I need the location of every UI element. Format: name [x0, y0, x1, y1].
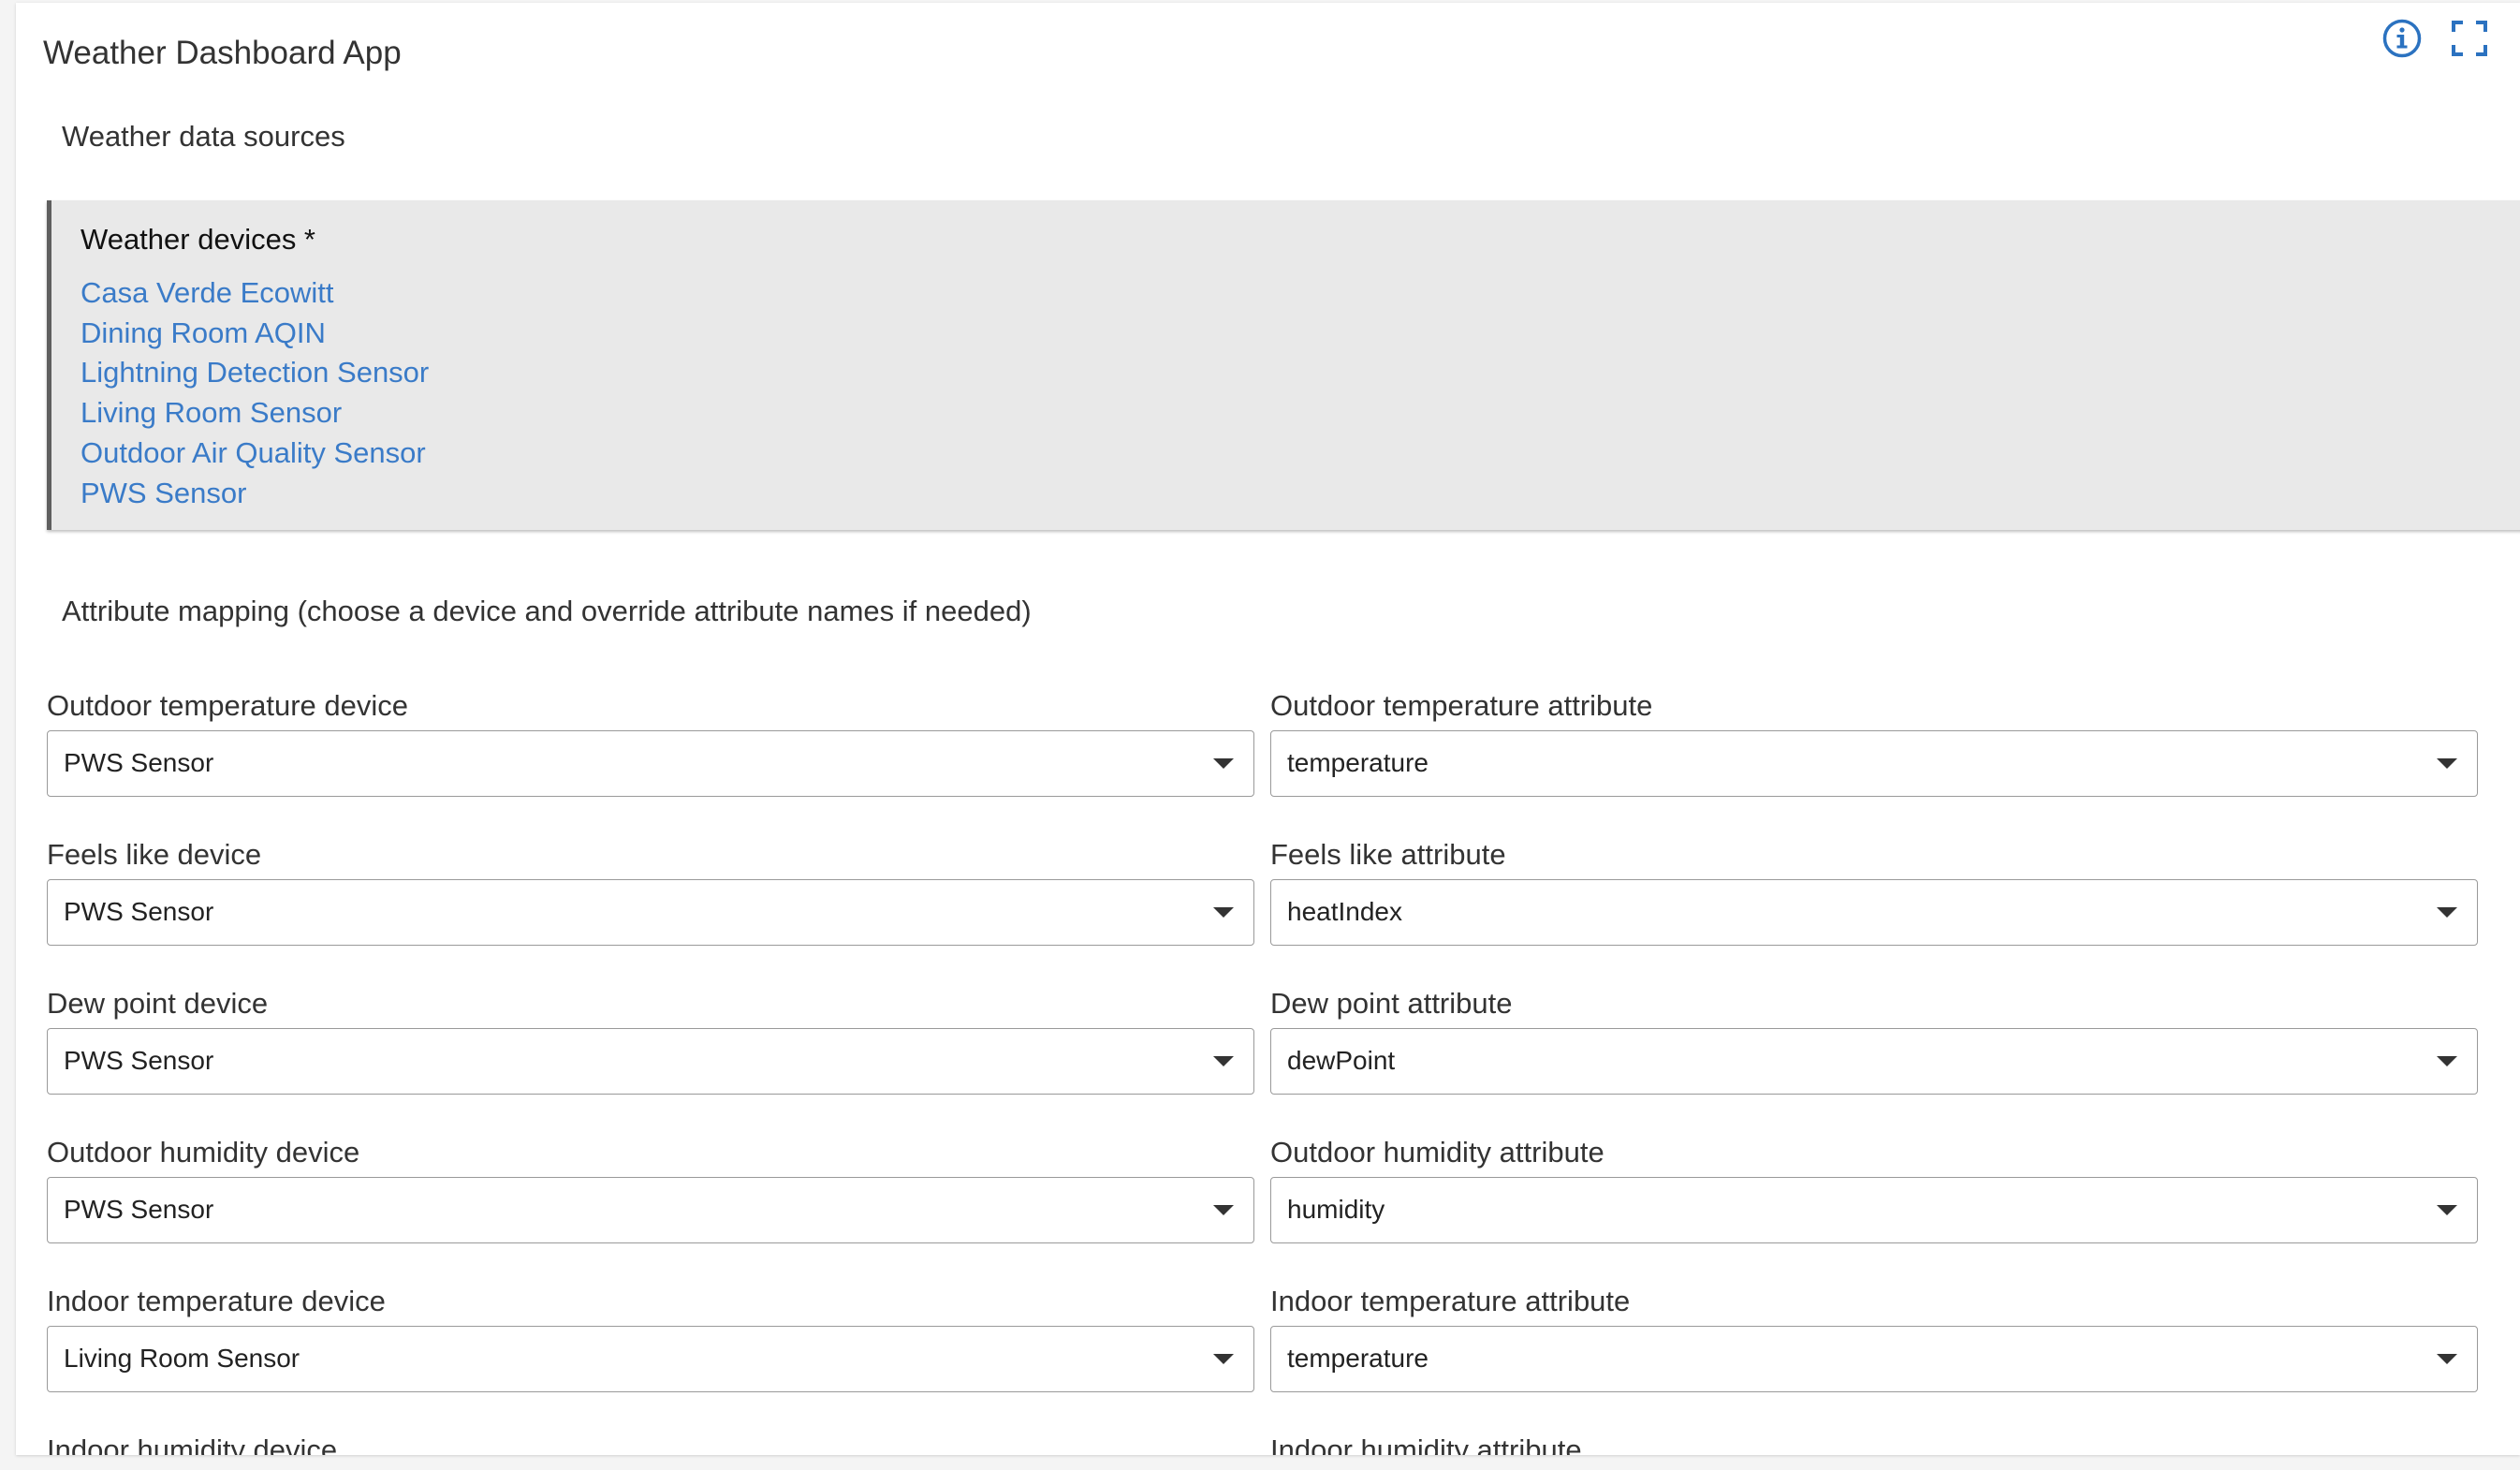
device-link[interactable]: PWS Sensor: [81, 474, 429, 514]
indoor-humidity-device-field: Indoor humidity device: [47, 1433, 1254, 1455]
select-value: temperature: [1287, 748, 1428, 777]
device-link[interactable]: Living Room Sensor: [81, 393, 429, 434]
dropdown-arrow-icon: [1213, 1354, 1234, 1364]
dropdown-arrow-icon: [2437, 907, 2457, 918]
dew-point-attribute-field: Dew point attribute dewPoint: [1270, 987, 2478, 1095]
header-actions: [2381, 18, 2488, 59]
field-label: Indoor temperature device: [47, 1285, 386, 1317]
outdoor-humidity-device-select[interactable]: PWS Sensor: [47, 1177, 1254, 1243]
outdoor-humidity-attribute-field: Outdoor humidity attribute humidity: [1270, 1136, 2478, 1243]
field-label: Indoor humidity device: [47, 1433, 338, 1455]
select-value: Living Room Sensor: [64, 1344, 300, 1373]
device-link[interactable]: Dining Room AQIN: [81, 314, 429, 354]
field-label: Dew point device: [47, 987, 269, 1020]
weather-devices-panel: Weather devices * Casa Verde Ecowitt Din…: [47, 200, 2520, 530]
field-label: Indoor temperature attribute: [1270, 1285, 1631, 1317]
outdoor-humidity-attribute-select[interactable]: humidity: [1270, 1177, 2478, 1243]
outdoor-temperature-device-select[interactable]: PWS Sensor: [47, 730, 1254, 797]
feels-like-device-field: Feels like device PWS Sensor: [47, 838, 1254, 946]
select-value: temperature: [1287, 1344, 1428, 1373]
dropdown-arrow-icon: [1213, 758, 1234, 769]
info-icon[interactable]: [2381, 18, 2423, 59]
select-value: PWS Sensor: [64, 1046, 214, 1075]
dropdown-arrow-icon: [1213, 907, 1234, 918]
field-label: Outdoor humidity device: [47, 1136, 360, 1169]
feels-like-attribute-field: Feels like attribute heatIndex: [1270, 838, 2478, 946]
feels-like-attribute-select[interactable]: heatIndex: [1270, 879, 2478, 946]
device-link[interactable]: Casa Verde Ecowitt: [81, 273, 429, 314]
device-link[interactable]: Outdoor Air Quality Sensor: [81, 434, 429, 474]
select-value: dewPoint: [1287, 1046, 1396, 1075]
dew-point-device-field: Dew point device PWS Sensor: [47, 987, 1254, 1095]
dropdown-arrow-icon: [2437, 1205, 2457, 1215]
field-label: Outdoor temperature attribute: [1270, 689, 1653, 722]
app-card: Weather Dashboard App Weather data sourc…: [16, 3, 2520, 1455]
dropdown-arrow-icon: [2437, 1354, 2457, 1364]
field-label: Outdoor temperature device: [47, 689, 408, 722]
dropdown-arrow-icon: [1213, 1056, 1234, 1066]
sources-heading: Weather data sources: [62, 120, 345, 153]
field-label: Feels like attribute: [1270, 838, 1506, 871]
indoor-temperature-attribute-select[interactable]: temperature: [1270, 1326, 2478, 1392]
app-title: Weather Dashboard App: [43, 35, 402, 71]
field-label: Feels like device: [47, 838, 262, 871]
indoor-temperature-device-field: Indoor temperature device Living Room Se…: [47, 1285, 1254, 1392]
weather-devices-label: Weather devices *: [81, 223, 315, 256]
indoor-temperature-device-select[interactable]: Living Room Sensor: [47, 1326, 1254, 1392]
select-value: PWS Sensor: [64, 1195, 214, 1224]
select-value: PWS Sensor: [64, 748, 214, 777]
indoor-temperature-attribute-field: Indoor temperature attribute temperature: [1270, 1285, 2478, 1392]
fullscreen-icon[interactable]: [2451, 20, 2488, 57]
select-value: humidity: [1287, 1195, 1385, 1224]
outdoor-temperature-attribute-select[interactable]: temperature: [1270, 730, 2478, 797]
field-label: Dew point attribute: [1270, 987, 1513, 1020]
outdoor-humidity-device-field: Outdoor humidity device PWS Sensor: [47, 1136, 1254, 1243]
weather-devices-list: Casa Verde Ecowitt Dining Room AQIN Ligh…: [81, 273, 429, 513]
feels-like-device-select[interactable]: PWS Sensor: [47, 879, 1254, 946]
dew-point-attribute-select[interactable]: dewPoint: [1270, 1028, 2478, 1095]
outdoor-temperature-attribute-field: Outdoor temperature attribute temperatur…: [1270, 689, 2478, 797]
dropdown-arrow-icon: [2437, 758, 2457, 769]
mapping-heading: Attribute mapping (choose a device and o…: [62, 595, 1032, 627]
outdoor-temperature-device-field: Outdoor temperature device PWS Sensor: [47, 689, 1254, 797]
field-label: Indoor humidity attribute: [1270, 1433, 1582, 1455]
indoor-humidity-attribute-field: Indoor humidity attribute: [1270, 1433, 2478, 1455]
device-link[interactable]: Lightning Detection Sensor: [81, 353, 429, 393]
select-value: PWS Sensor: [64, 897, 214, 926]
field-label: Outdoor humidity attribute: [1270, 1136, 1604, 1169]
dropdown-arrow-icon: [1213, 1205, 1234, 1215]
select-value: heatIndex: [1287, 897, 1402, 926]
dew-point-device-select[interactable]: PWS Sensor: [47, 1028, 1254, 1095]
dropdown-arrow-icon: [2437, 1056, 2457, 1066]
